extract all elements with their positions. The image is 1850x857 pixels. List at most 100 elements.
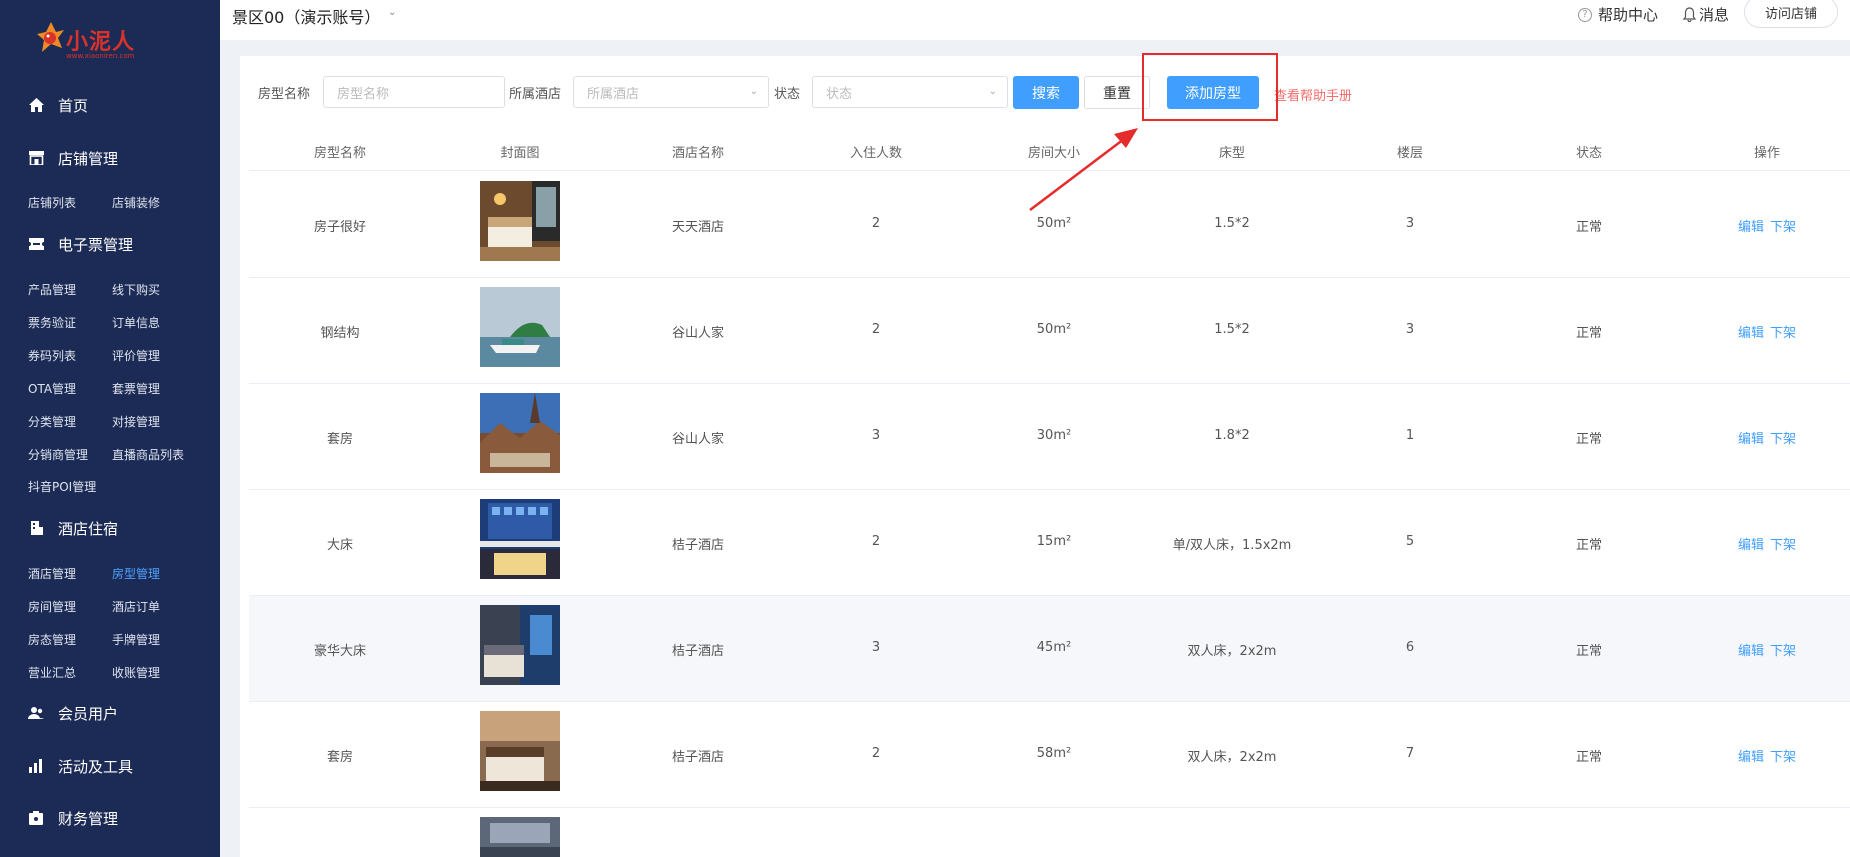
nav-hotel-label: 酒店住宿 xyxy=(58,519,119,538)
scenic-selector[interactable]: 景区00（演示账号） xyxy=(232,4,380,28)
nav-room-type-manage[interactable]: 房型管理 xyxy=(112,565,160,582)
nav-business-summary[interactable]: 营业汇总 xyxy=(28,664,76,681)
chevron-down-icon[interactable]: ⌄ xyxy=(388,7,396,18)
cell-bed: 单/双人床，1.5x2m xyxy=(1172,538,1292,553)
nav-order-info[interactable]: 订单信息 xyxy=(112,314,160,331)
nav-store-decorate[interactable]: 店铺装修 xyxy=(112,194,160,211)
nav-store-list[interactable]: 店铺列表 xyxy=(28,194,76,211)
cell-hotel: 桔子酒店 xyxy=(671,644,725,659)
edit-link[interactable]: 编辑 xyxy=(1738,644,1764,659)
help-manual-link[interactable]: 查看帮助手册 xyxy=(1274,85,1352,104)
column-header: 状态 xyxy=(1575,146,1603,161)
table-header: 房型名称 封面图 酒店名称 入住人数 房间大小 床型 楼层 状态 操作 xyxy=(249,130,1850,171)
edit-link[interactable]: 编辑 xyxy=(1738,750,1764,765)
nav-room-status[interactable]: 房态管理 xyxy=(28,631,76,648)
help-center-link[interactable]: ? 帮助中心 xyxy=(1578,4,1658,25)
store-icon xyxy=(28,150,44,166)
cell-hotel: 桔子酒店 xyxy=(671,750,725,765)
nav-package-manage[interactable]: 套票管理 xyxy=(112,380,160,397)
cell-guests: 2 xyxy=(871,534,881,549)
cell-status: 正常 xyxy=(1575,644,1603,659)
nav-category-manage[interactable]: 分类管理 xyxy=(28,413,76,430)
offline-link[interactable]: 下架 xyxy=(1770,644,1796,659)
cover-image xyxy=(480,499,560,579)
nav-ticket-verify[interactable]: 票务验证 xyxy=(28,314,76,331)
cell-bed: 双人床，2x2m xyxy=(1187,750,1277,765)
cell-size: 45m² xyxy=(1036,640,1072,655)
hotel-select[interactable]: 所属酒店 ⌄ xyxy=(573,76,769,108)
reset-button[interactable]: 重置 xyxy=(1084,76,1150,109)
ticket-icon xyxy=(28,236,44,252)
nav-voucher-list[interactable]: 券码列表 xyxy=(28,347,76,364)
edit-link[interactable]: 编辑 xyxy=(1738,326,1764,341)
hotel-filter-label: 所属酒店 xyxy=(509,87,562,102)
cell-status: 正常 xyxy=(1575,750,1603,765)
cell-size: 15m² xyxy=(1036,534,1072,549)
visit-store-button[interactable]: 访问店铺 xyxy=(1744,0,1838,28)
row-actions: 编辑 下架 xyxy=(1738,428,1802,447)
logo[interactable]: 小泥人 www.xiaoniren.com xyxy=(36,18,156,70)
nav-store-label: 店铺管理 xyxy=(58,149,119,168)
offline-link[interactable]: 下架 xyxy=(1770,538,1796,553)
nav-wristband-manage[interactable]: 手牌管理 xyxy=(112,631,160,648)
column-header: 床型 xyxy=(1218,146,1246,161)
nav-tools[interactable]: 活动及工具 xyxy=(0,751,220,781)
nav-douyin-poi[interactable]: 抖音POI管理 xyxy=(28,478,96,495)
cell-floor: 7 xyxy=(1405,746,1415,761)
offline-link[interactable]: 下架 xyxy=(1770,326,1796,341)
room-name-placeholder: 房型名称 xyxy=(337,86,390,102)
nav-billing-manage[interactable]: 收账管理 xyxy=(112,664,160,681)
cell-guests: 3 xyxy=(871,640,881,655)
table-row xyxy=(249,808,1850,857)
nav-hotel-order[interactable]: 酒店订单 xyxy=(112,598,160,615)
row-actions: 编辑 下架 xyxy=(1738,216,1802,235)
offline-link[interactable]: 下架 xyxy=(1770,220,1796,235)
users-icon xyxy=(28,705,44,721)
nav-hotel[interactable]: 酒店住宿 xyxy=(0,513,220,543)
cell-floor: 3 xyxy=(1405,322,1415,337)
cell-room-name: 豪华大床 xyxy=(313,644,367,659)
cell-hotel: 桔子酒店 xyxy=(671,538,725,553)
finance-icon xyxy=(28,810,44,826)
nav-home[interactable]: 首页 xyxy=(0,90,220,120)
search-button[interactable]: 搜索 xyxy=(1013,76,1079,109)
topbar: 景区00（演示账号） ⌄ ? 帮助中心 消息 访问店铺 xyxy=(220,0,1850,40)
cell-room-name: 大床 xyxy=(326,538,354,553)
edit-link[interactable]: 编辑 xyxy=(1738,220,1764,235)
messages-link[interactable]: 消息 xyxy=(1683,4,1729,25)
cell-room-name: 套房 xyxy=(326,432,354,447)
nav-hotel-manage[interactable]: 酒店管理 xyxy=(28,565,76,582)
nav-finance[interactable]: 财务管理 xyxy=(0,803,220,833)
messages-label: 消息 xyxy=(1699,6,1730,24)
offline-link[interactable]: 下架 xyxy=(1770,432,1796,447)
home-icon xyxy=(28,97,44,113)
nav-store[interactable]: 店铺管理 xyxy=(0,143,220,173)
nav-product-manage[interactable]: 产品管理 xyxy=(28,281,76,298)
table-row: 套房 桔子酒店 2 58m² 双人床，2x2m 7 正常 编辑 下架 xyxy=(249,702,1850,808)
table-row: 大床 桔子酒店 2 15m² 单/双人床，1.5x2m 5 正常 编辑 下架 xyxy=(249,490,1850,596)
offline-link[interactable]: 下架 xyxy=(1770,750,1796,765)
edit-link[interactable]: 编辑 xyxy=(1738,538,1764,553)
cell-status: 正常 xyxy=(1575,432,1603,447)
row-actions: 编辑 下架 xyxy=(1738,322,1802,341)
nav-members[interactable]: 会员用户 xyxy=(0,698,220,728)
nav-tools-label: 活动及工具 xyxy=(58,757,134,776)
nav-review-manage[interactable]: 评价管理 xyxy=(112,347,160,364)
nav-offline-purchase[interactable]: 线下购买 xyxy=(112,281,160,298)
nav-distributor-manage[interactable]: 分销商管理 xyxy=(28,446,88,463)
column-header: 楼层 xyxy=(1396,146,1424,161)
nav-ota-manage[interactable]: OTA管理 xyxy=(28,380,76,397)
cell-hotel: 谷山人家 xyxy=(671,432,725,447)
chevron-down-icon: ⌄ xyxy=(988,86,997,97)
tools-icon xyxy=(28,758,44,774)
nav-live-product-list[interactable]: 直播商品列表 xyxy=(112,446,184,463)
column-header: 入住人数 xyxy=(849,146,903,161)
question-icon: ? xyxy=(1578,7,1592,22)
nav-integration-manage[interactable]: 对接管理 xyxy=(112,413,160,430)
chevron-down-icon: ⌄ xyxy=(749,86,758,97)
room-name-input[interactable]: 房型名称 xyxy=(323,76,505,108)
nav-room-manage[interactable]: 房间管理 xyxy=(28,598,76,615)
status-select[interactable]: 状态 ⌄ xyxy=(812,76,1008,108)
edit-link[interactable]: 编辑 xyxy=(1738,432,1764,447)
nav-ticket[interactable]: 电子票管理 xyxy=(0,229,220,259)
